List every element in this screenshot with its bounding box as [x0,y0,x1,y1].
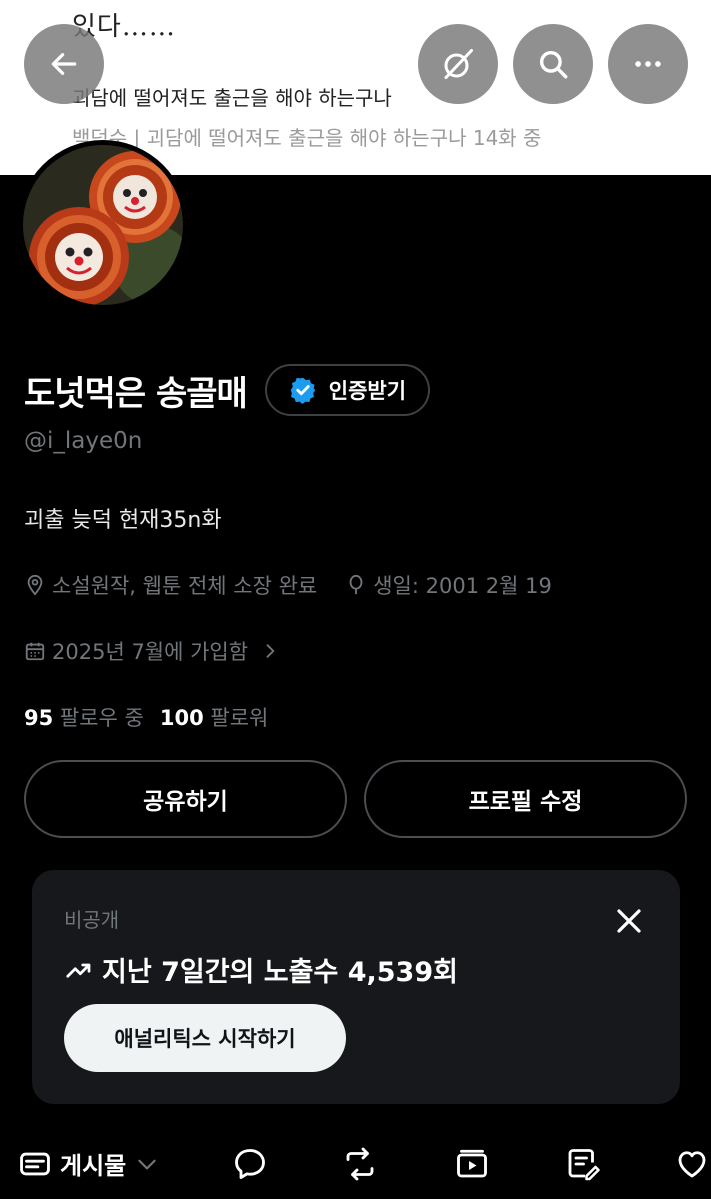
birthday-text: 생일: 2001 2월 19 [373,574,552,598]
location-text: 소설원작, 웹툰 전체 소장 완료 [52,574,318,598]
more-button[interactable] [608,24,688,104]
search-icon [539,50,568,79]
video-play-icon [457,1149,487,1178]
verified-badge-icon [290,377,316,404]
name-row: 도넛먹은 송골매 인증받기 [24,364,431,416]
location-item: 소설원작, 웹툰 전체 소장 완료 [24,570,317,600]
start-analytics-button[interactable]: 애널리틱스 시작하기 [64,1004,346,1072]
calendar-icon [25,642,45,661]
arrow-left-icon [51,53,77,75]
followers-link[interactable]: 100 팔로워 [160,702,269,732]
reply-bubble-icon [235,1149,265,1179]
repost-icon [346,1147,374,1181]
profile-tab-bar: 게시물 [0,1138,711,1199]
grok-button[interactable] [418,24,498,104]
display-name: 도넛먹은 송골매 [24,373,248,414]
trending-up-icon [66,963,91,978]
tab-posts-label: 게시물 [60,1152,127,1180]
birthday-item: 생일: 2001 2월 19 [345,570,552,600]
get-verified-label: 인증받기 [328,379,407,403]
joined-row[interactable]: 2025년 7월에 가입함 [24,636,280,666]
search-button[interactable] [513,24,593,104]
following-link[interactable]: 95 팔로우 중 [24,702,144,732]
tab-reposts[interactable] [342,1146,378,1182]
avatar[interactable] [18,140,188,310]
profile-handle: @i_laye0n [24,428,143,454]
tab-replies[interactable] [232,1146,268,1182]
back-button[interactable] [24,24,104,104]
analytics-card: 비공개 지난 7일간의 노출수 4,539회 애널리틱스 시작하기 [32,870,680,1104]
tab-likes[interactable] [674,1146,710,1182]
profile-meta-row: 소설원작, 웹툰 전체 소장 완료 생일: 2001 2월 19 [24,570,552,600]
get-verified-button[interactable]: 인증받기 [264,364,431,416]
impressions-stat: 지난 7일간의 노출수 4,539회 [64,950,458,989]
profile-bio: 괴출 늦덕 현재35n화 [24,508,222,533]
joined-text: 2025년 7월에 가입함 [52,640,249,664]
visibility-label: 비공개 [64,908,120,932]
article-edit-icon [568,1149,600,1181]
follow-counts: 95 팔로우 중 100 팔로워 [24,702,268,732]
following-label: 팔로우 중 [59,706,144,730]
avatar-image [23,145,183,305]
impressions-text: 지난 7일간의 노출수 4,539회 [102,957,458,988]
followers-label: 팔로워 [210,706,269,730]
chevron-down-icon [138,1159,156,1169]
share-button[interactable]: 공유하기 [24,760,347,838]
tab-articles[interactable] [564,1146,600,1182]
joined-item[interactable]: 2025년 7월에 가입함 [24,636,280,666]
close-icon[interactable] [614,906,644,936]
following-count: 95 [24,706,54,730]
tab-posts[interactable]: 게시물 [18,1146,160,1181]
grok-icon [444,49,473,79]
balloon-icon [349,574,363,595]
edit-profile-button[interactable]: 프로필 수정 [364,760,687,838]
location-pin-icon [27,574,43,596]
tab-media[interactable] [454,1146,490,1182]
followers-count: 100 [159,706,204,730]
chevron-right-icon [266,644,275,658]
heart-icon [678,1151,706,1178]
more-dots-icon [635,61,661,67]
posts-icon [20,1152,50,1175]
banner-text-line3: 백덕수 | 괴담에 떨어져도 출근을 해야 하는구나 14화 중 [72,126,542,150]
banner-text-line2: 괴담에 떨어져도 출근을 해야 하는구나 [72,86,392,110]
